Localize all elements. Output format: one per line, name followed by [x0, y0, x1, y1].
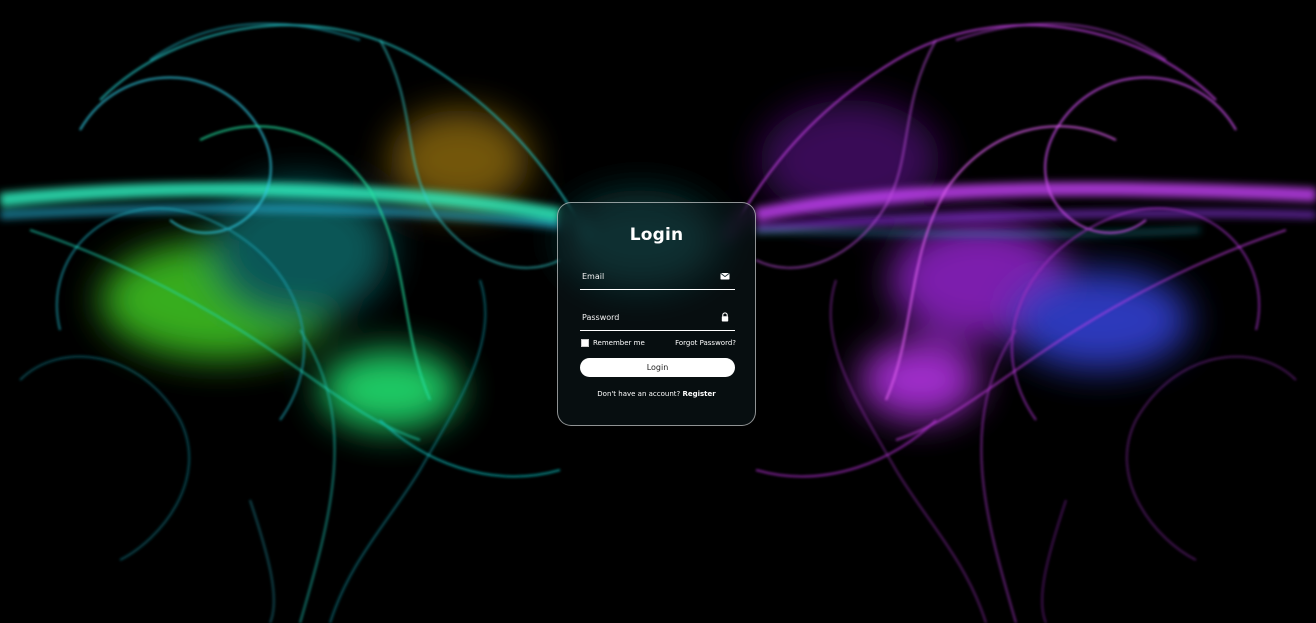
remember-me-checkbox[interactable] [581, 339, 589, 347]
login-card: Login Remember me Forgot Password? Login [557, 202, 756, 426]
login-page: Login Remember me Forgot Password? Login [0, 0, 1316, 623]
password-field-group [580, 306, 735, 331]
register-link[interactable]: Register [682, 390, 715, 398]
login-title: Login [629, 225, 684, 245]
mail-icon [720, 273, 730, 280]
login-button[interactable]: Login [580, 358, 735, 377]
lock-icon [721, 312, 729, 322]
email-field-group [580, 265, 735, 290]
register-prompt-text: Don't have an account? [597, 390, 681, 398]
forgot-password-link[interactable]: Forgot Password? [675, 339, 736, 347]
password-input[interactable] [582, 308, 712, 326]
remember-me[interactable]: Remember me [581, 339, 645, 347]
email-input[interactable] [582, 267, 712, 285]
login-options-row: Remember me Forgot Password? [581, 338, 736, 350]
remember-me-label: Remember me [593, 339, 645, 347]
register-prompt: Don't have an account? Register [558, 390, 755, 398]
